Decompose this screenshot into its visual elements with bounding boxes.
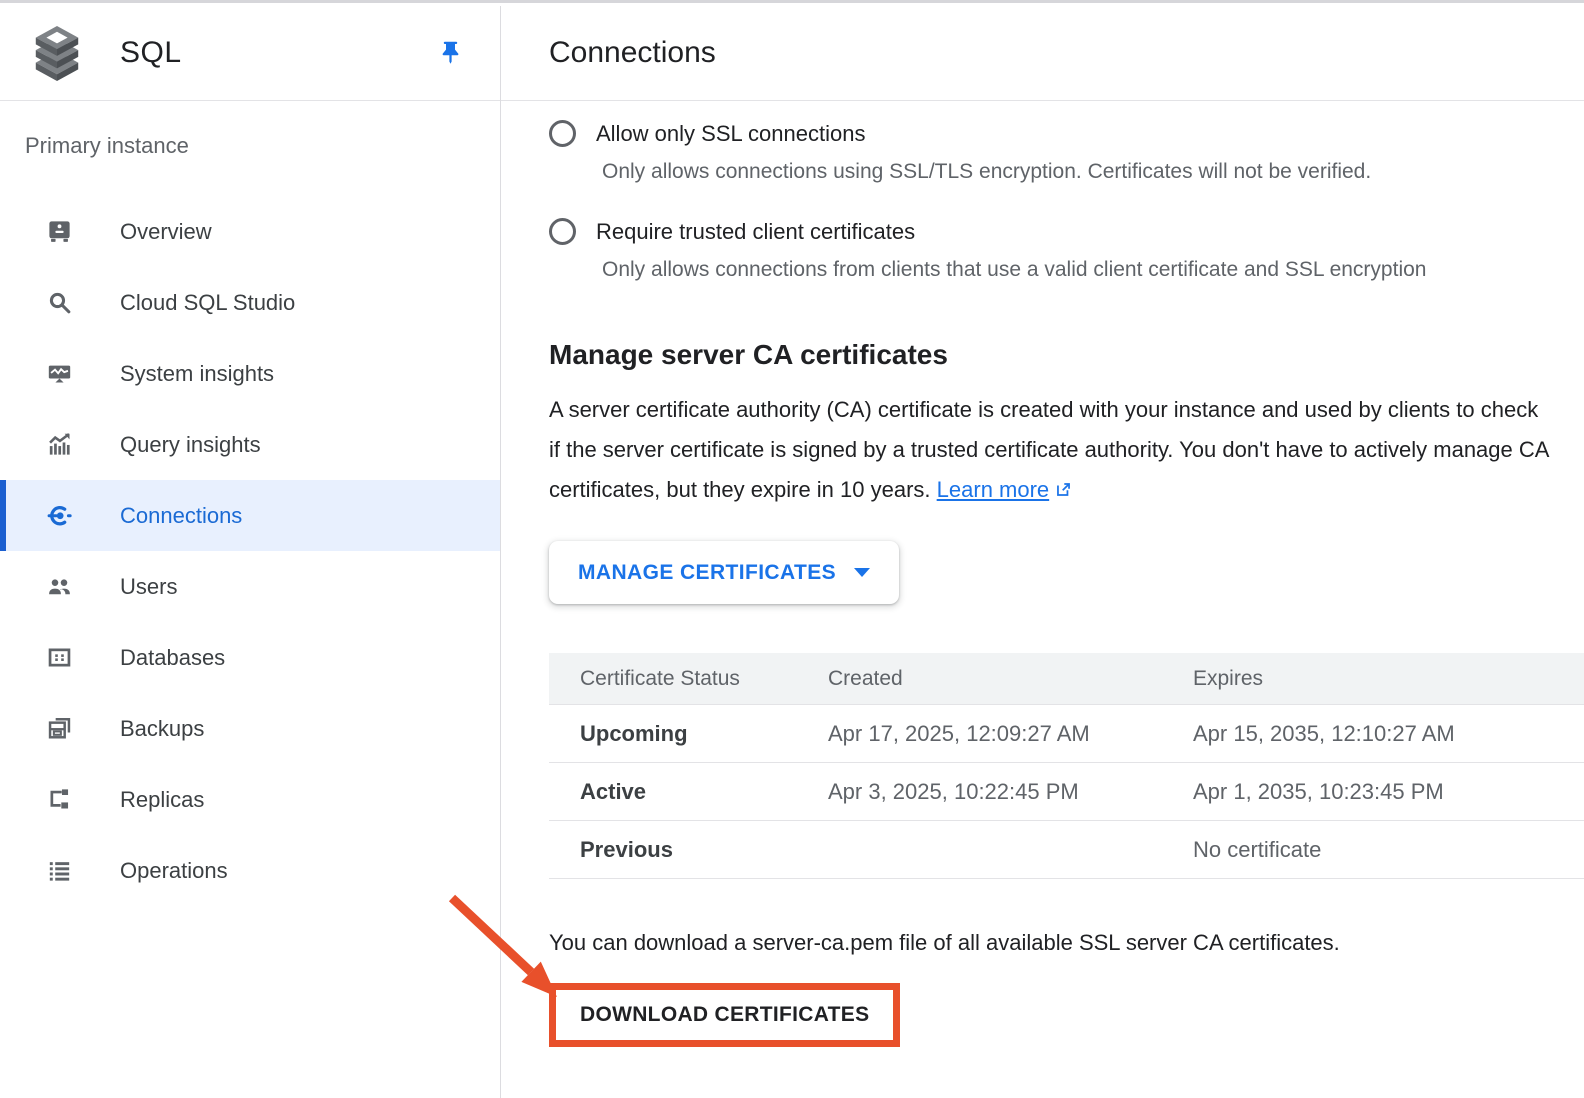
sidebar-header: SQL [0,6,500,101]
sidebar-item-databases[interactable]: Databases [0,622,500,693]
backups-icon [46,715,73,742]
cert-created: Apr 17, 2025, 12:09:27 AM [828,705,1193,762]
table-row-previous: Previous No certificate [549,821,1584,879]
external-link-icon [1054,480,1073,499]
operations-icon [46,857,73,884]
certificates-table: Certificate Status Created Expires Upcom… [549,653,1584,879]
download-certificates-button[interactable]: DOWNLOAD CERTIFICATES [556,990,893,1040]
sidebar-item-label: Replicas [120,787,204,813]
download-note: You can download a server-ca.pem file of… [549,930,1584,956]
table-header-row: Certificate Status Created Expires [549,653,1584,705]
column-header-expires: Expires [1193,653,1584,704]
cert-created: Apr 3, 2025, 10:22:45 PM [828,763,1193,820]
main-header: Connections [501,6,1584,101]
radio-label[interactable]: Require trusted client certificates [596,219,915,245]
sidebar-item-connections[interactable]: Connections [0,480,500,551]
manage-certificates-label: MANAGE CERTIFICATES [578,561,836,585]
column-header-created: Created [828,653,1193,704]
sidebar-item-overview[interactable]: Overview [0,196,500,267]
learn-more-label[interactable]: Learn more [937,477,1050,502]
pin-icon[interactable] [437,38,464,68]
manage-ca-description: A server certificate authority (CA) cert… [549,390,1554,510]
main-content: Allow only SSL connections Only allows c… [501,120,1584,1047]
sidebar-item-cloud-sql-studio[interactable]: Cloud SQL Studio [0,267,500,338]
sidebar-item-label: Overview [120,219,212,245]
sidebar-item-label: Backups [120,716,204,742]
cert-status: Previous [549,821,828,878]
users-icon [46,573,73,600]
app-title: SQL [120,36,182,70]
cert-status: Active [549,763,828,820]
sidebar-item-operations[interactable]: Operations [0,835,500,906]
ssl-option-allow-only-ssl[interactable]: Allow only SSL connections [549,120,1584,147]
table-row-active: Active Apr 3, 2025, 10:22:45 PM Apr 1, 2… [549,763,1584,821]
sidebar-item-query-insights[interactable]: Query insights [0,409,500,480]
cloud-sql-connections-page: SQL Primary instance Overview [0,0,1584,1098]
sidebar-item-label: Operations [120,858,228,884]
radio-label[interactable]: Allow only SSL connections [596,121,865,147]
main-panel: Connections Allow only SSL connections O… [501,6,1584,1098]
databases-icon [46,644,73,671]
radio-button[interactable] [549,120,576,147]
chevron-down-icon [854,568,870,577]
sidebar-item-system-insights[interactable]: System insights [0,338,500,409]
sidebar-section-label: Primary instance [0,101,500,159]
manage-certificates-button[interactable]: MANAGE CERTIFICATES [549,541,899,604]
sidebar-item-label: System insights [120,361,274,387]
cert-created [828,821,1193,878]
sidebar-item-users[interactable]: Users [0,551,500,622]
page-title: Connections [549,36,716,70]
sidebar-item-replicas[interactable]: Replicas [0,764,500,835]
cert-status: Upcoming [549,705,828,762]
radio-description: Only allows connections using SSL/TLS en… [602,159,1584,185]
search-icon [46,289,73,316]
connections-icon [46,502,73,529]
sidebar-item-label: Connections [120,503,242,529]
cloud-sql-logo-icon [30,24,84,82]
column-header-certificate-status: Certificate Status [549,653,828,704]
cert-expires: No certificate [1193,821,1584,878]
sidebar-item-backups[interactable]: Backups [0,693,500,764]
annotation-highlight-box: DOWNLOAD CERTIFICATES [549,983,900,1047]
learn-more-link[interactable]: Learn more [937,477,1074,502]
sidebar-item-label: Databases [120,645,225,671]
query-insights-icon [46,431,73,458]
overview-icon [46,218,73,245]
sidebar-nav: Overview Cloud SQL Studio [0,196,500,906]
sidebar-item-label: Query insights [120,432,261,458]
sidebar-item-label: Users [120,574,177,600]
replicas-icon [46,786,73,813]
radio-button[interactable] [549,218,576,245]
table-row-upcoming: Upcoming Apr 17, 2025, 12:09:27 AM Apr 1… [549,705,1584,763]
sidebar-item-label: Cloud SQL Studio [120,290,295,316]
radio-description: Only allows connections from clients tha… [602,257,1584,283]
cert-expires: Apr 1, 2035, 10:23:45 PM [1193,763,1584,820]
manage-ca-heading: Manage server CA certificates [549,339,1584,371]
sidebar: SQL Primary instance Overview [0,6,501,1098]
system-insights-icon [46,360,73,387]
ssl-option-require-client-certs[interactable]: Require trusted client certificates [549,218,1584,245]
cert-expires: Apr 15, 2035, 12:10:27 AM [1193,705,1584,762]
